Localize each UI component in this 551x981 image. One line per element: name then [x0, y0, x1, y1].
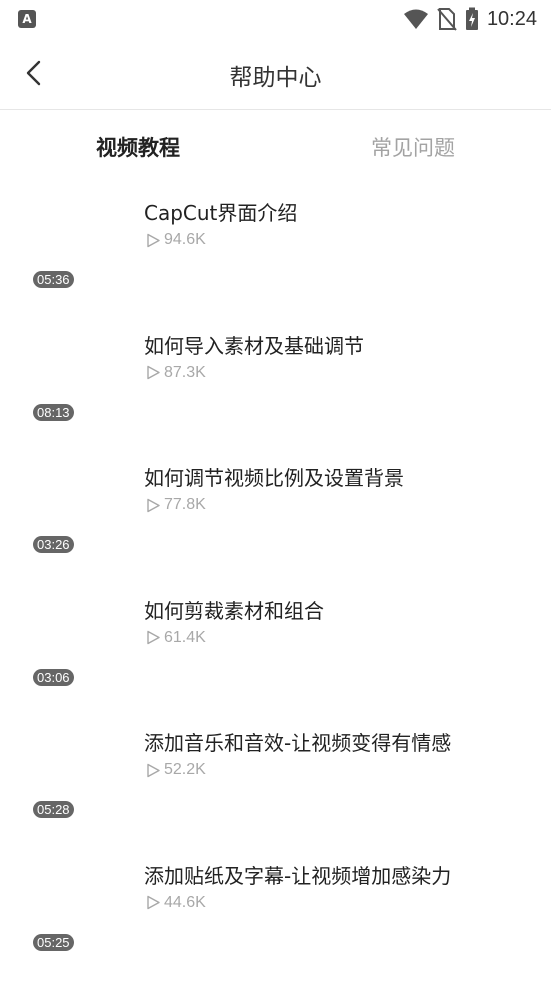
views-count: 87.3K	[164, 363, 206, 381]
status-icons: 10:24	[403, 6, 537, 32]
video-title: 添加贴纸及字幕-让视频增加感染力	[144, 863, 452, 888]
video-item[interactable]: 03:26 如何调节视频比例及设置背景 77.8K	[0, 445, 551, 578]
play-icon	[147, 498, 160, 512]
help-center-screen: A 10:24 帮助中心 视频教程 常见问题 05:36 CapCut界面介绍 …	[0, 0, 551, 981]
video-thumbnail: 03:06	[30, 590, 130, 690]
play-icon	[147, 895, 160, 910]
tab-bar: 视频教程 常见问题	[0, 110, 551, 182]
play-icon	[147, 630, 160, 645]
views-count: 52.2K	[164, 761, 206, 778]
duration-badge: 03:26	[33, 536, 74, 553]
view-count: 94.6K	[146, 231, 206, 249]
status-time: 10:24	[486, 7, 537, 30]
no-sim-icon	[437, 8, 457, 31]
video-thumbnail: 05:25	[30, 855, 130, 955]
duration-badge: 05:25	[33, 933, 74, 951]
view-count: 77.8K	[146, 496, 206, 514]
duration-badge: 03:06	[33, 668, 74, 686]
app-header: 帮助中心	[0, 38, 551, 110]
view-count: 87.3K	[146, 364, 206, 382]
video-item[interactable]: 08:13 如何导入素材及基础调节 87.3K	[0, 313, 551, 446]
wifi-icon	[403, 9, 428, 29]
video-title: CapCut界面介绍	[144, 201, 298, 225]
view-count: 44.6K	[146, 894, 206, 912]
tab-video-tutorials[interactable]: 视频教程	[96, 132, 180, 162]
video-item[interactable]: 05:28 添加音乐和音效-让视频变得有情感 52.2K	[0, 710, 551, 843]
video-title: 如何导入素材及基础调节	[144, 333, 364, 358]
video-title: 添加音乐和音效-让视频变得有情感	[144, 731, 452, 755]
views-count: 94.6K	[164, 231, 206, 248]
play-icon	[147, 365, 160, 380]
video-thumbnail: 03:26	[30, 457, 130, 557]
views-count: 44.6K	[164, 893, 206, 911]
duration-badge: 05:28	[33, 801, 74, 818]
video-thumbnail: 08:13	[30, 325, 130, 425]
status-bar: A 10:24	[0, 0, 551, 38]
video-thumbnail: 05:36	[30, 192, 130, 292]
views-count: 77.8K	[164, 496, 206, 513]
video-thumbnail: 05:28	[30, 722, 130, 822]
play-icon	[147, 233, 160, 247]
tab-faq[interactable]: 常见问题	[371, 132, 455, 162]
view-count: 52.2K	[146, 761, 206, 779]
view-count: 61.4K	[146, 629, 206, 647]
play-icon	[147, 763, 160, 777]
video-title: 如何剪裁素材和组合	[144, 598, 324, 623]
video-item[interactable]: 05:25 添加贴纸及字幕-让视频增加感染力 44.6K	[0, 843, 551, 976]
page-title: 帮助中心	[229, 65, 322, 91]
video-title: 如何调节视频比例及设置背景	[144, 466, 404, 490]
views-count: 61.4K	[164, 628, 206, 646]
video-list: 05:36 CapCut界面介绍 94.6K 08:13 如何导入素材及基础调节…	[0, 180, 551, 975]
duration-badge: 05:36	[33, 271, 74, 288]
duration-badge: 08:13	[33, 403, 74, 421]
video-item[interactable]: 03:06 如何剪裁素材和组合 61.4K	[0, 578, 551, 711]
battery-charging-icon	[465, 7, 478, 30]
video-item[interactable]: 05:36 CapCut界面介绍 94.6K	[0, 180, 551, 313]
app-notification-icon: A	[18, 10, 36, 28]
